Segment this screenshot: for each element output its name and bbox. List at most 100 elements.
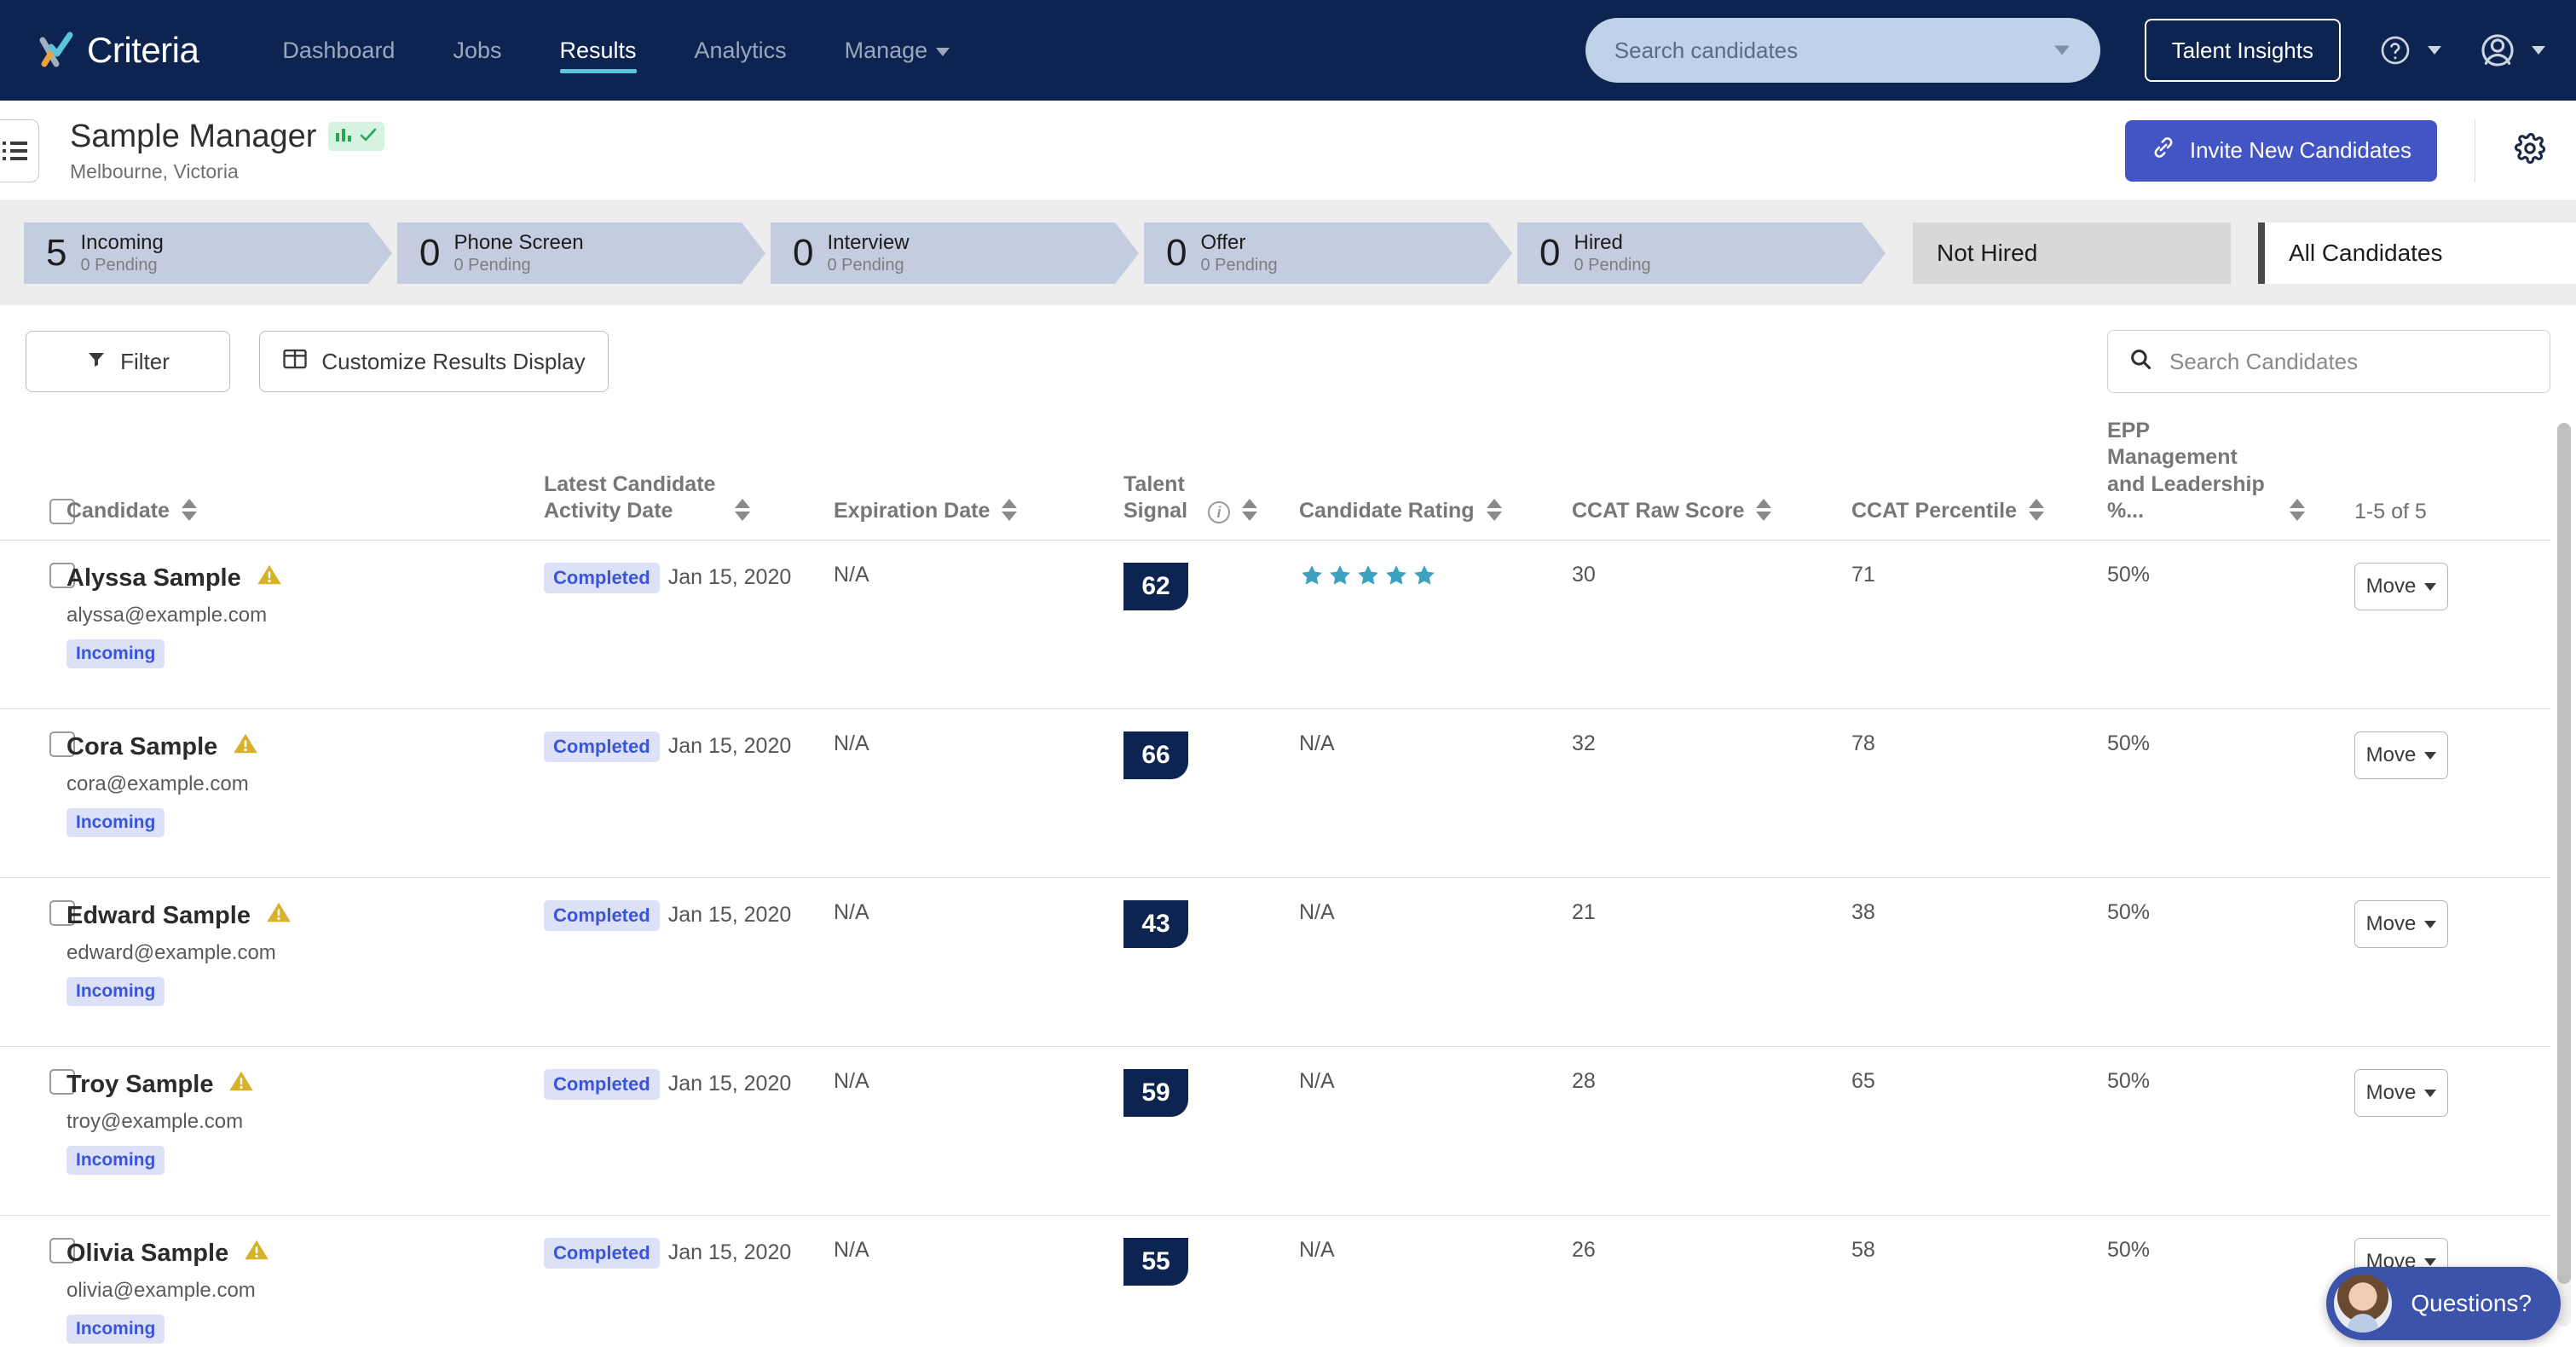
candidate-cell: Alyssa Sample alyssa@example.com Incomin… [66,540,544,709]
talent-signal-cell: 66 [1123,708,1299,878]
chevron-down-icon [2532,46,2545,55]
warning-triangle-icon[interactable] [233,731,258,762]
columns-icon [282,347,308,377]
page-subtitle: Melbourne, Victoria [70,159,239,182]
chevron-down-icon [2053,45,2070,55]
th-ccat-percentile: CCAT Percentile [1851,418,2107,541]
warning-triangle-icon[interactable] [257,563,282,593]
pipeline-stage-phone-screen[interactable]: 0 Phone Screen 0 Pending [397,223,765,284]
candidate-name-link[interactable]: Olivia Sample [66,1238,544,1269]
nav-link-jobs[interactable]: Jobs [424,20,530,80]
customize-results-display-button[interactable]: Customize Results Display [259,331,609,392]
sort-epp-icon[interactable] [2290,497,2305,523]
talent-insights-button[interactable]: Talent Insights [2144,19,2341,82]
move-button[interactable]: Move [2354,1069,2448,1117]
pipeline-stage-hired[interactable]: 0 Hired 0 Pending [1517,223,1886,284]
filter-button[interactable]: Filter [26,331,230,392]
table-row[interactable]: Alyssa Sample alyssa@example.com Incomin… [0,540,2550,709]
invite-new-candidates-button[interactable]: Invite New Candidates [2124,119,2437,182]
support-chat-label: Questions? [2411,1290,2532,1316]
support-chat-button[interactable]: Questions? [2326,1267,2561,1340]
table-row[interactable]: Troy Sample troy@example.com Incoming Co… [0,1046,2550,1216]
warning-triangle-icon[interactable] [266,900,292,931]
sort-rating-icon[interactable] [1486,497,1502,523]
pipeline-stage-interview[interactable]: 0 Interview 0 Pending [771,223,1139,284]
question-circle-icon [2378,33,2412,67]
epp-cell: 50% [2107,540,2354,709]
sort-activity-date-icon[interactable] [735,497,750,523]
talent-signal-cell: 62 [1123,540,1299,709]
check-icon [359,126,378,147]
global-search-input[interactable]: Search candidates [1585,18,2100,83]
nav-link-dashboard[interactable]: Dashboard [253,20,424,80]
move-button[interactable]: Move [2354,563,2448,610]
settings-button[interactable] [2475,119,2547,182]
candidate-name-link[interactable]: Edward Sample [66,900,544,931]
pipeline-tab-all-candidates[interactable]: All Candidates [2257,223,2576,284]
help-menu-button[interactable] [2378,33,2441,67]
sort-talent-signal-icon[interactable] [1242,497,1257,523]
row-actions-cell: Move [2354,540,2550,709]
th-expiration-date: Expiration Date [834,418,1123,541]
nav-link-manage-label: Manage [844,38,928,63]
ccat-percentile-cell: 78 [1851,708,2107,878]
nav-link-manage[interactable]: Manage [816,20,979,80]
page-header: Sample Manager Melbourne, Victoria Invit… [0,101,2576,201]
table-row[interactable]: Edward Sample edward@example.com Incomin… [0,877,2550,1047]
funnel-icon [86,349,107,375]
status-badge [328,122,385,151]
row-spacer [51,1215,66,1347]
pipeline-stage-offer[interactable]: 0 Offer 0 Pending [1144,223,1512,284]
activity-status-badge: Completed [544,1069,660,1100]
epp-cell: 50% [2107,877,2354,1047]
move-button[interactable]: Move [2354,731,2448,779]
row-spacer [51,877,66,1047]
candidate-name-link[interactable]: Cora Sample [66,731,544,762]
th-epp-management-leadership: EPP Management and Leadership %... [2107,418,2354,541]
stage-name: Interview [827,231,910,255]
candidate-rating-cell: N/A [1299,877,1572,1047]
sort-ccat-percentile-icon[interactable] [2029,497,2045,523]
row-actions-cell: Move [2354,708,2550,878]
link-icon [2151,135,2176,166]
warning-triangle-icon[interactable] [244,1238,269,1269]
candidate-email: edward@example.com [66,941,276,964]
table-row[interactable]: Cora Sample cora@example.com Incoming Co… [0,708,2550,878]
chevron-down-icon [2428,46,2441,55]
pipeline-stage-incoming[interactable]: 5 Incoming 0 Pending [24,223,392,284]
scrollbar-thumb[interactable] [2557,423,2571,1284]
warning-triangle-icon[interactable] [228,1069,254,1100]
sort-expiration-icon[interactable] [1002,497,1018,523]
activity-date-cell: Completed Jan 15, 2020 [544,1215,834,1347]
chevron-down-icon [2424,1257,2437,1266]
th-latest-activity-label: Latest Candidate Activity Date [544,471,716,523]
stage-pending: 0 Pending [1574,255,1651,275]
activity-date-value: Jan 15, 2020 [667,903,792,927]
stage-pending: 0 Pending [1200,255,1278,275]
table-row[interactable]: Olivia Sample olivia@example.com Incomin… [0,1215,2550,1347]
nav-link-results[interactable]: Results [531,20,666,80]
activity-date-cell: Completed Jan 15, 2020 [544,877,834,1047]
talent-signal-info-icon[interactable]: i [1208,501,1230,523]
th-candidate-label: Candidate [66,498,170,523]
sort-ccat-raw-icon[interactable] [1756,497,1772,523]
th-candidate-rating-label: Candidate Rating [1299,498,1475,523]
list-menu-icon [3,137,27,165]
star-rating[interactable] [1299,563,1572,588]
epp-cell: 50% [2107,1215,2354,1347]
nav-link-analytics[interactable]: Analytics [666,20,816,80]
candidate-rating-cell: N/A [1299,1215,1572,1347]
brand-logo[interactable]: Criteria [34,26,199,74]
sidebar-toggle-button[interactable] [0,119,39,182]
candidate-name-link[interactable]: Troy Sample [66,1069,544,1100]
account-menu-button[interactable] [2479,32,2545,69]
pipeline-tab-not-hired[interactable]: Not Hired [1913,223,2231,284]
th-ccat-raw-label: CCAT Raw Score [1572,498,1745,523]
sort-candidate-icon[interactable] [181,497,197,523]
vertical-scrollbar[interactable] [2557,423,2571,1327]
candidate-stage-pill: Incoming [66,808,165,837]
candidate-name-link[interactable]: Alyssa Sample [66,563,544,593]
ccat-percentile-cell: 58 [1851,1215,2107,1347]
search-candidates-input[interactable]: Search Candidates [2107,330,2550,393]
move-button[interactable]: Move [2354,900,2448,948]
